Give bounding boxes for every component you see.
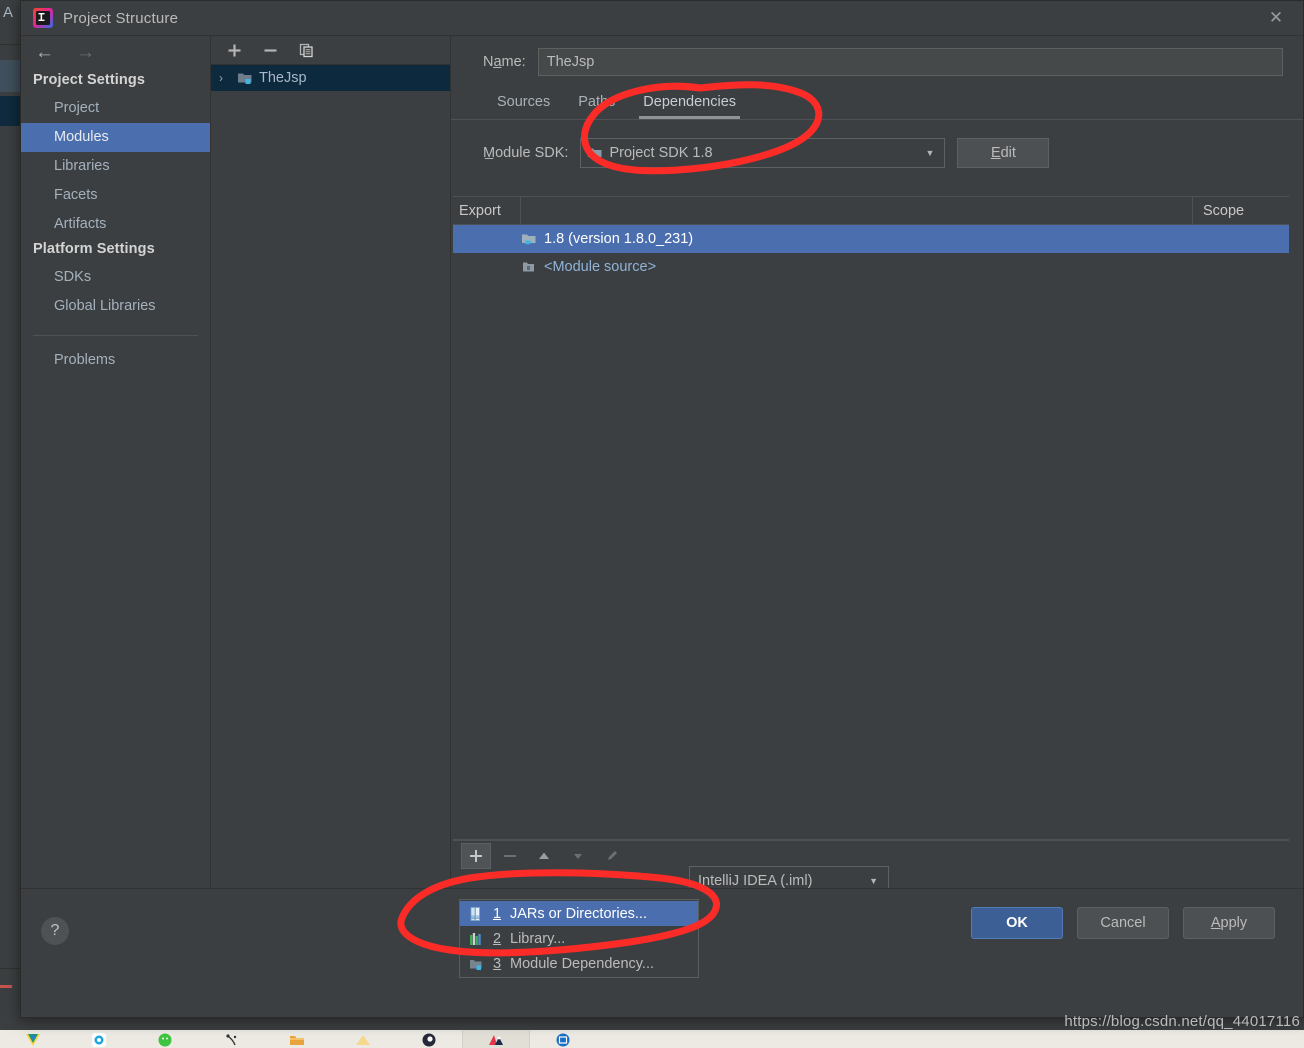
chevron-right-icon[interactable]: ›	[219, 71, 237, 85]
ok-button[interactable]: OK	[971, 907, 1063, 939]
module-sdk-value: Project SDK 1.8	[609, 145, 713, 161]
module-sdk-label: M̲odule SDK:	[483, 145, 569, 161]
column-header-name[interactable]	[521, 197, 1193, 224]
jar-file-icon	[468, 906, 484, 922]
edit-sdk-button[interactable]: Edit	[957, 138, 1050, 168]
sidebar-item-artifacts[interactable]: Artifacts	[21, 210, 210, 239]
module-name-input[interactable]	[537, 48, 1283, 76]
project-structure-dialog: Project Structure ✕ ← → Project Settings…	[20, 0, 1304, 1018]
dependencies-table: Export Scope 1.8 (version 1.8.0_231) <Mo…	[453, 196, 1289, 840]
menu-item-library[interactable]: 2 Library...	[460, 926, 698, 951]
sidebar-item-global-libraries[interactable]: Global Libraries	[21, 292, 210, 321]
module-name-row: Na̲me:	[451, 36, 1303, 76]
edit-dependency-button[interactable]	[597, 843, 627, 869]
column-header-export[interactable]: Export	[453, 197, 521, 224]
taskbar-item-music[interactable]	[198, 1030, 264, 1048]
move-down-button[interactable]	[563, 843, 593, 869]
java-sdk-icon	[587, 145, 603, 161]
menu-item-number: 1	[492, 905, 502, 922]
dialog-body: ← → Project Settings Project Modules Lib…	[21, 35, 1303, 1017]
apply-button[interactable]: Apply	[1183, 907, 1275, 939]
settings-nav-pane: ← → Project Settings Project Modules Lib…	[21, 35, 211, 888]
taskbar-item-star[interactable]	[330, 1030, 396, 1048]
forward-arrow-icon[interactable]: →	[76, 43, 95, 62]
taskbar-item-folder[interactable]	[264, 1030, 330, 1048]
tree-node-thejsp[interactable]: › TheJsp	[211, 65, 450, 91]
library-icon	[468, 931, 484, 947]
tab-sources[interactable]: Sources	[483, 90, 564, 119]
footer-button-group: OK Cancel Apply	[971, 907, 1275, 939]
os-taskbar	[0, 1030, 1304, 1048]
module-source-icon	[521, 259, 537, 275]
dependency-name: <Module source>	[544, 259, 657, 275]
taskbar-item-browser[interactable]	[66, 1030, 132, 1048]
cancel-button[interactable]: Cancel	[1077, 907, 1169, 939]
chevron-down-icon: ▼	[925, 148, 935, 158]
intellij-idea-logo-icon	[33, 8, 53, 28]
dependency-name: 1.8 (version 1.8.0_231)	[544, 231, 694, 247]
module-sdk-dropdown[interactable]: Project SDK 1.8 ▼	[580, 138, 946, 168]
nav-group-title-platform-settings: Platform Settings	[33, 241, 155, 257]
menu-item-jars-or-directories[interactable]: 1 JARs or Directories...	[460, 901, 698, 926]
java-sdk-icon	[521, 231, 537, 247]
taskbar-item-photo-app[interactable]	[463, 1030, 529, 1048]
move-up-button[interactable]	[529, 843, 559, 869]
chevron-down-icon: ▼	[869, 876, 878, 886]
menu-item-label: JARs or Directories...	[510, 905, 647, 922]
column-header-scope[interactable]: Scope	[1193, 197, 1289, 224]
table-row[interactable]: <Module source>	[453, 253, 1289, 281]
background-error-marker	[0, 985, 12, 988]
table-row[interactable]: 1.8 (version 1.8.0_231)	[453, 225, 1289, 253]
sidebar-item-problems[interactable]: Problems	[21, 336, 210, 375]
modules-toolbar	[211, 36, 450, 65]
dialog-title: Project Structure	[63, 9, 179, 27]
taskbar-item-dark-app[interactable]	[396, 1030, 462, 1048]
help-button[interactable]: ?	[41, 917, 69, 945]
module-format-value: IntelliJ IDEA (.iml)	[698, 873, 813, 889]
menu-item-label: Library...	[510, 930, 566, 947]
remove-module-button[interactable]	[257, 38, 283, 62]
background-selected-strip	[0, 96, 22, 126]
taskbar-item-wps[interactable]	[0, 1030, 66, 1048]
add-dependency-button[interactable]	[461, 842, 491, 869]
module-folder-icon	[237, 70, 253, 86]
dialog-titlebar: Project Structure ✕	[21, 1, 1303, 35]
dependencies-table-header: Export Scope	[453, 197, 1289, 225]
module-detail-pane: Na̲me: Sources Paths Dependencies M̲odul…	[451, 35, 1303, 896]
sidebar-item-libraries[interactable]: Libraries	[21, 152, 210, 181]
module-name-label: Na̲me:	[483, 54, 526, 70]
background-edge-letter: A	[3, 4, 14, 21]
tree-node-label: TheJsp	[259, 70, 307, 86]
nav-history-controls: ← →	[21, 36, 210, 64]
menu-item-label: Module Dependency...	[510, 955, 655, 972]
copy-module-icon[interactable]	[293, 38, 319, 62]
nav-group-title-project-settings: Project Settings	[33, 72, 145, 88]
module-sdk-row: M̲odule SDK: Project SDK 1.8 ▼ Edit	[451, 120, 1303, 168]
sidebar-item-modules[interactable]: Modules	[21, 123, 210, 152]
tab-paths[interactable]: Paths	[564, 90, 629, 119]
taskbar-item-editor[interactable]	[530, 1030, 596, 1048]
sidebar-item-facets[interactable]: Facets	[21, 181, 210, 210]
module-folder-icon	[468, 956, 484, 972]
menu-item-number: 3	[492, 955, 502, 972]
module-tabs: Sources Paths Dependencies	[451, 76, 1303, 120]
taskbar-item-wechat[interactable]	[132, 1030, 198, 1048]
dependencies-toolbar: IntelliJ IDEA (.iml) ▼	[453, 840, 1289, 896]
background-tab-strip	[0, 60, 22, 92]
watermark-text: https://blog.csdn.net/qq_44017116	[1064, 1013, 1300, 1030]
add-dependency-menu: 1 JARs or Directories... 2 Library... 3 …	[459, 899, 699, 978]
tab-dependencies[interactable]: Dependencies	[629, 90, 750, 119]
menu-item-module-dependency[interactable]: 3 Module Dependency...	[460, 951, 698, 976]
close-icon[interactable]: ✕	[1263, 5, 1289, 31]
sidebar-item-project[interactable]: Project	[21, 94, 210, 123]
back-arrow-icon[interactable]: ←	[35, 43, 54, 62]
add-module-button[interactable]	[221, 38, 247, 62]
remove-dependency-button[interactable]	[495, 843, 525, 869]
menu-item-number: 2	[492, 930, 502, 947]
sidebar-item-sdks[interactable]: SDKs	[21, 263, 210, 292]
modules-tree-pane: › TheJsp	[211, 35, 451, 888]
